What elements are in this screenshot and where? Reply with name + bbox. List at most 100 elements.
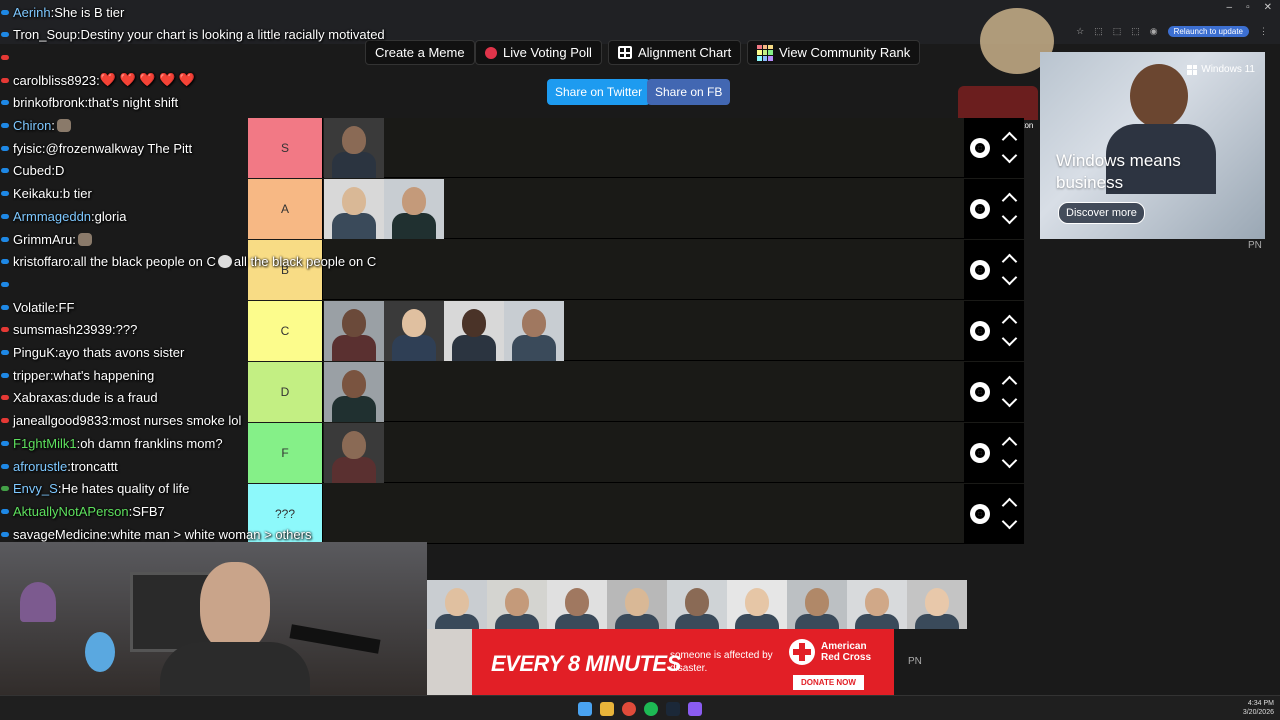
character-face xyxy=(462,309,486,337)
system-clock[interactable]: 4:34 PM 3/20/2026 xyxy=(1243,699,1274,717)
spotify-icon[interactable] xyxy=(644,702,658,716)
close-icon[interactable]: ✕ xyxy=(1264,2,1272,13)
chevron-down-icon[interactable] xyxy=(1001,147,1018,164)
chevron-down-icon[interactable] xyxy=(1001,391,1018,408)
chat-username[interactable]: GrimmAru xyxy=(13,232,72,247)
start-icon[interactable] xyxy=(578,702,592,716)
character-thumbnail[interactable] xyxy=(607,580,667,629)
chat-username[interactable]: sumsmash23939 xyxy=(13,322,112,337)
character-thumbnail[interactable] xyxy=(547,580,607,629)
share-twitter-label: Share on Twitter xyxy=(555,85,643,99)
chat-text: b tier xyxy=(62,186,92,202)
chat-username[interactable]: kristoffaro xyxy=(13,254,70,269)
chat-username[interactable]: janeallgood9833 xyxy=(13,413,108,428)
extension-icon[interactable]: ⬚ xyxy=(1131,26,1140,37)
chat-username[interactable]: brinkofbronk xyxy=(13,95,85,110)
chat-username[interactable]: Envy_S xyxy=(13,481,58,496)
chat-username[interactable]: Keikaku xyxy=(13,186,59,201)
chevron-down-icon[interactable] xyxy=(1001,330,1018,347)
donate-button[interactable]: DONATE NOW xyxy=(793,675,864,690)
chevron-down-icon[interactable] xyxy=(1001,208,1018,225)
gear-icon[interactable] xyxy=(970,199,990,219)
chevron-up-icon[interactable] xyxy=(1001,497,1018,514)
chat-username[interactable]: fyisic xyxy=(13,141,42,156)
profile-icon[interactable]: ◉ xyxy=(1150,26,1158,37)
gear-icon[interactable] xyxy=(970,443,990,463)
gear-icon[interactable] xyxy=(970,260,990,280)
share-twitter-button[interactable]: Share on Twitter xyxy=(547,79,651,105)
chat-username[interactable]: Volatile xyxy=(13,300,55,315)
pn-label: PN xyxy=(908,656,922,667)
character-thumbnail[interactable] xyxy=(667,580,727,629)
chevron-up-icon[interactable] xyxy=(1001,436,1018,453)
app-icon[interactable] xyxy=(688,702,702,716)
character-thumbnail[interactable] xyxy=(444,301,504,361)
chevron-up-icon[interactable] xyxy=(1001,192,1018,209)
chat-username[interactable]: Chiron xyxy=(13,118,51,133)
steam-icon[interactable] xyxy=(666,702,680,716)
extension-icon[interactable]: ⬚ xyxy=(1094,26,1103,37)
chevron-down-icon[interactable] xyxy=(1001,269,1018,286)
chat-username[interactable]: Armmageddn xyxy=(13,209,91,224)
chat-username[interactable]: carolbliss8923 xyxy=(13,73,96,88)
character-body xyxy=(915,614,959,629)
file-explorer-icon[interactable] xyxy=(600,702,614,716)
windows-ad[interactable]: Windows 11 Windows means business Discov… xyxy=(1040,52,1265,239)
chat-username[interactable]: savageMedicine xyxy=(13,527,107,542)
chrome-icon[interactable] xyxy=(622,702,636,716)
chat-message: afrorustle: troncattt xyxy=(0,456,118,476)
character-face xyxy=(445,588,469,616)
extension-icon[interactable]: ⬚ xyxy=(1113,26,1122,37)
bookmark-star-icon[interactable]: ☆ xyxy=(1076,26,1084,37)
chat-username[interactable]: afrorustle xyxy=(13,459,67,474)
relaunch-button[interactable]: Relaunch to update xyxy=(1167,26,1249,37)
tier-controls xyxy=(964,484,1024,544)
chat-badge-icon xyxy=(1,54,9,60)
chat-username[interactable]: tripper xyxy=(13,368,50,383)
character-thumbnail[interactable] xyxy=(787,580,847,629)
red-cross-ad[interactable]: EVERY 8 MINUTES someone is affected by d… xyxy=(427,629,894,695)
chat-username[interactable]: PinguK xyxy=(13,345,55,360)
character-thumbnail[interactable] xyxy=(847,580,907,629)
gear-icon[interactable] xyxy=(970,138,990,158)
menu-dots-icon[interactable]: ⋮ xyxy=(1259,26,1268,37)
share-fb-button[interactable]: Share on FB xyxy=(647,79,731,105)
character-thumbnail[interactable] xyxy=(727,580,787,629)
chevron-down-icon[interactable] xyxy=(1001,513,1018,530)
tier-controls xyxy=(964,179,1024,239)
chat-text: ❤️ ❤️ ❤️ ❤️ ❤️ xyxy=(99,72,196,88)
tier-controls xyxy=(964,240,1024,300)
gear-icon[interactable] xyxy=(970,321,990,341)
alignment-chart-button[interactable]: Alignment Chart xyxy=(608,40,742,65)
chat-username[interactable]: Xabraxas xyxy=(13,390,68,405)
minimize-icon[interactable]: – xyxy=(1227,2,1233,13)
character-thumbnail[interactable] xyxy=(487,580,547,629)
maximize-icon[interactable]: ▫ xyxy=(1246,2,1250,13)
chat-badge-icon xyxy=(1,372,9,378)
character-thumbnail[interactable] xyxy=(427,580,487,629)
chat-username[interactable]: Cubed xyxy=(13,163,51,178)
live-voting-poll-button[interactable]: Live Voting Poll xyxy=(475,40,602,65)
pn-label: PN xyxy=(1248,240,1262,251)
chevron-up-icon[interactable] xyxy=(1001,253,1018,270)
chevron-up-icon[interactable] xyxy=(1001,375,1018,392)
character-thumbnail[interactable] xyxy=(907,580,967,629)
chat-message: GrimmAru: xyxy=(0,229,94,249)
chat-username[interactable]: Aerinh xyxy=(13,5,51,20)
chevron-down-icon[interactable] xyxy=(1001,452,1018,469)
character-body xyxy=(855,614,899,629)
character-body xyxy=(555,614,599,629)
chevron-up-icon[interactable] xyxy=(1001,131,1018,148)
chat-username[interactable]: AktuallyNotAPerson xyxy=(13,504,129,519)
chat-username[interactable]: F1ghtMilk1 xyxy=(13,436,77,451)
gear-icon[interactable] xyxy=(970,382,990,402)
gear-icon[interactable] xyxy=(970,504,990,524)
character-thumbnail[interactable] xyxy=(504,301,564,361)
chat-username[interactable]: Tron_Soup xyxy=(13,27,77,42)
chat-badge-icon xyxy=(1,168,9,174)
community-rank-button[interactable]: View Community Rank xyxy=(747,40,921,65)
chat-text: ??? xyxy=(115,322,138,338)
ad-cta-button[interactable]: Discover more xyxy=(1058,202,1145,224)
chat-text: @frozenwalkway The Pitt xyxy=(45,140,193,156)
chevron-up-icon[interactable] xyxy=(1001,314,1018,331)
